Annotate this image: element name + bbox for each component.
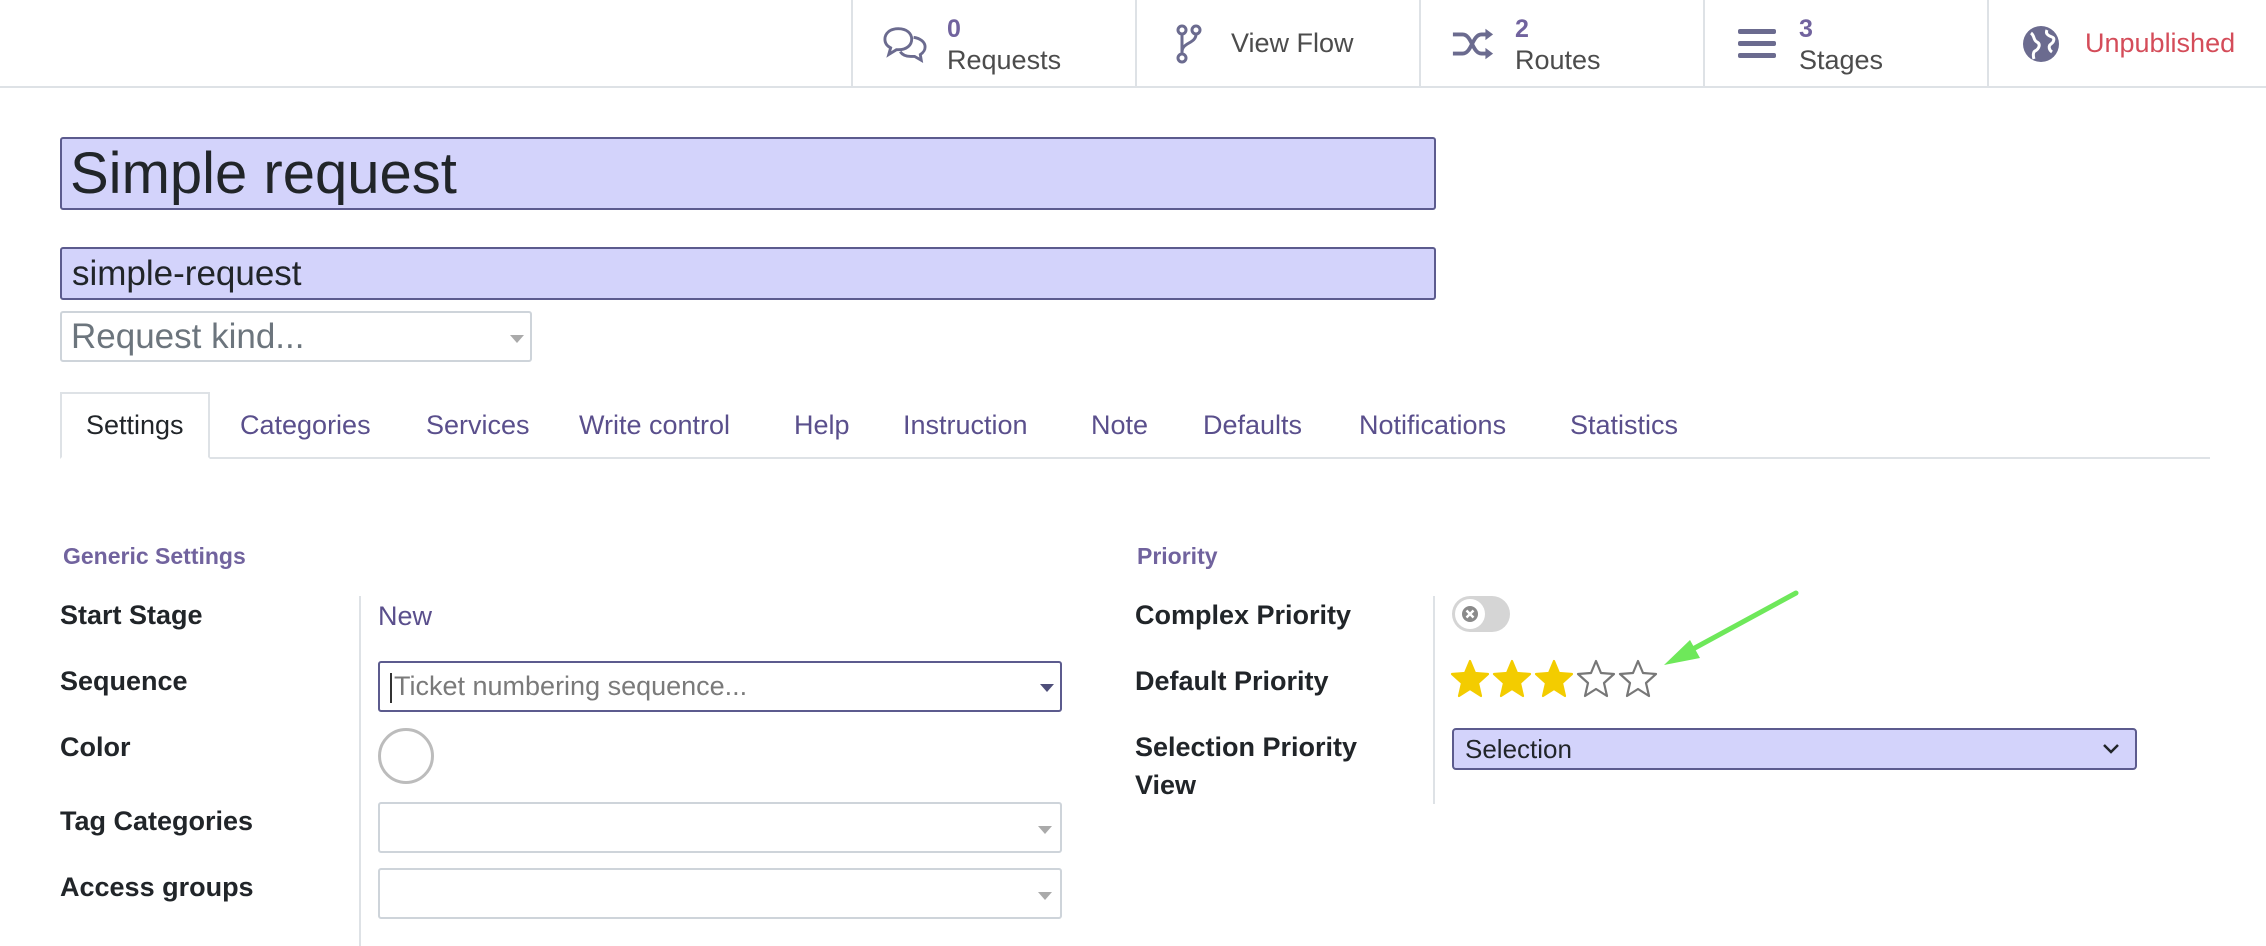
access-groups-input[interactable]	[378, 868, 1062, 919]
toggle-knob	[1455, 599, 1485, 629]
tab-write-control[interactable]: Write control	[579, 392, 730, 459]
complex-priority-toggle[interactable]	[1452, 596, 1510, 632]
stages-button[interactable]: 3 Stages	[1703, 0, 1987, 88]
routes-count: 2	[1515, 15, 1529, 43]
tab-notifications[interactable]: Notifications	[1359, 392, 1506, 459]
tab-defaults[interactable]: Defaults	[1203, 392, 1302, 459]
selection-priority-view-label-line1: Selection Priority	[1135, 732, 1358, 762]
default-priority-stars	[1450, 659, 1660, 699]
default-priority-label: Default Priority	[1135, 666, 1329, 696]
color-label: Color	[60, 732, 131, 762]
star-filled-icon[interactable]	[1450, 659, 1492, 699]
view-flow-label: View Flow	[1231, 28, 1354, 58]
start-stage-label: Start Stage	[60, 600, 203, 630]
annotation-arrow-icon	[1664, 590, 1799, 665]
requests-label: Requests	[947, 45, 1062, 75]
view-flow-button[interactable]: View Flow	[1135, 0, 1419, 88]
generic-settings-title: Generic Settings	[63, 543, 246, 569]
smart-button-bar: 0 Requests View Flow 2 Routes 3 Stages U…	[0, 0, 2266, 88]
sequence-placeholder: Ticket numbering sequence...	[394, 671, 748, 701]
tab-note[interactable]: Note	[1091, 392, 1148, 459]
access-groups-label: Access groups	[60, 872, 254, 902]
star-filled-icon[interactable]	[1534, 659, 1576, 699]
chevron-down-icon	[510, 335, 524, 343]
request-kind-placeholder: Request kind...	[71, 317, 305, 356]
tab-categories[interactable]: Categories	[240, 392, 371, 459]
publish-button[interactable]: Unpublished	[1987, 0, 2266, 88]
sequence-label: Sequence	[60, 666, 188, 696]
tab-help[interactable]: Help	[794, 392, 850, 459]
tag-categories-input[interactable]	[378, 802, 1062, 853]
stages-count: 3	[1799, 15, 1813, 43]
request-type-name-input[interactable]: Simple request	[60, 137, 1436, 210]
notebook-tabs: Settings Categories Services Write contr…	[60, 392, 2210, 459]
close-icon	[1462, 606, 1478, 622]
shuffle-icon	[1451, 24, 1495, 64]
branch-icon	[1167, 24, 1211, 64]
requests-button[interactable]: 0 Requests	[851, 0, 1135, 88]
selection-priority-view-select[interactable]: Selection	[1452, 728, 2137, 770]
chevron-down-icon	[2103, 744, 2119, 754]
selection-priority-view-label: Selection Priority View	[1135, 728, 1357, 804]
chevron-down-icon	[1038, 826, 1052, 834]
request-kind-select[interactable]: Request kind...	[60, 311, 532, 362]
requests-text: 0 Requests	[947, 14, 1061, 76]
sequence-select[interactable]: Ticket numbering sequence...	[378, 661, 1062, 712]
publish-label: Unpublished	[2085, 28, 2236, 58]
requests-count: 0	[947, 15, 961, 43]
chat-bubbles-icon	[883, 24, 927, 64]
tab-instruction[interactable]: Instruction	[903, 392, 1028, 459]
priority-title: Priority	[1137, 543, 1218, 569]
tab-settings[interactable]: Settings	[60, 392, 210, 459]
globe-icon	[2019, 24, 2063, 64]
routes-button[interactable]: 2 Routes	[1419, 0, 1703, 88]
selection-priority-view-value: Selection	[1465, 734, 1572, 764]
routes-text: 2 Routes	[1515, 14, 1601, 76]
tag-categories-label: Tag Categories	[60, 806, 254, 836]
stages-label: Stages	[1799, 45, 1884, 75]
star-empty-icon[interactable]	[1618, 659, 1660, 699]
request-type-code-input[interactable]: simple-request	[60, 247, 1436, 300]
start-stage-value[interactable]: New	[378, 601, 432, 632]
chevron-down-icon	[1040, 684, 1054, 692]
priority-divider	[1433, 596, 1435, 804]
tab-statistics[interactable]: Statistics	[1570, 392, 1678, 459]
star-filled-icon[interactable]	[1492, 659, 1534, 699]
star-empty-icon[interactable]	[1576, 659, 1618, 699]
tab-services[interactable]: Services	[426, 392, 530, 459]
text-cursor	[390, 672, 392, 703]
chevron-down-icon	[1038, 892, 1052, 900]
list-icon	[1735, 24, 1779, 64]
selection-priority-view-label-line2: View	[1135, 770, 1197, 800]
stages-text: 3 Stages	[1799, 14, 1883, 76]
routes-label: Routes	[1515, 45, 1601, 75]
complex-priority-label: Complex Priority	[1135, 600, 1352, 630]
generic-settings-divider	[359, 596, 361, 946]
color-picker[interactable]	[378, 728, 434, 784]
